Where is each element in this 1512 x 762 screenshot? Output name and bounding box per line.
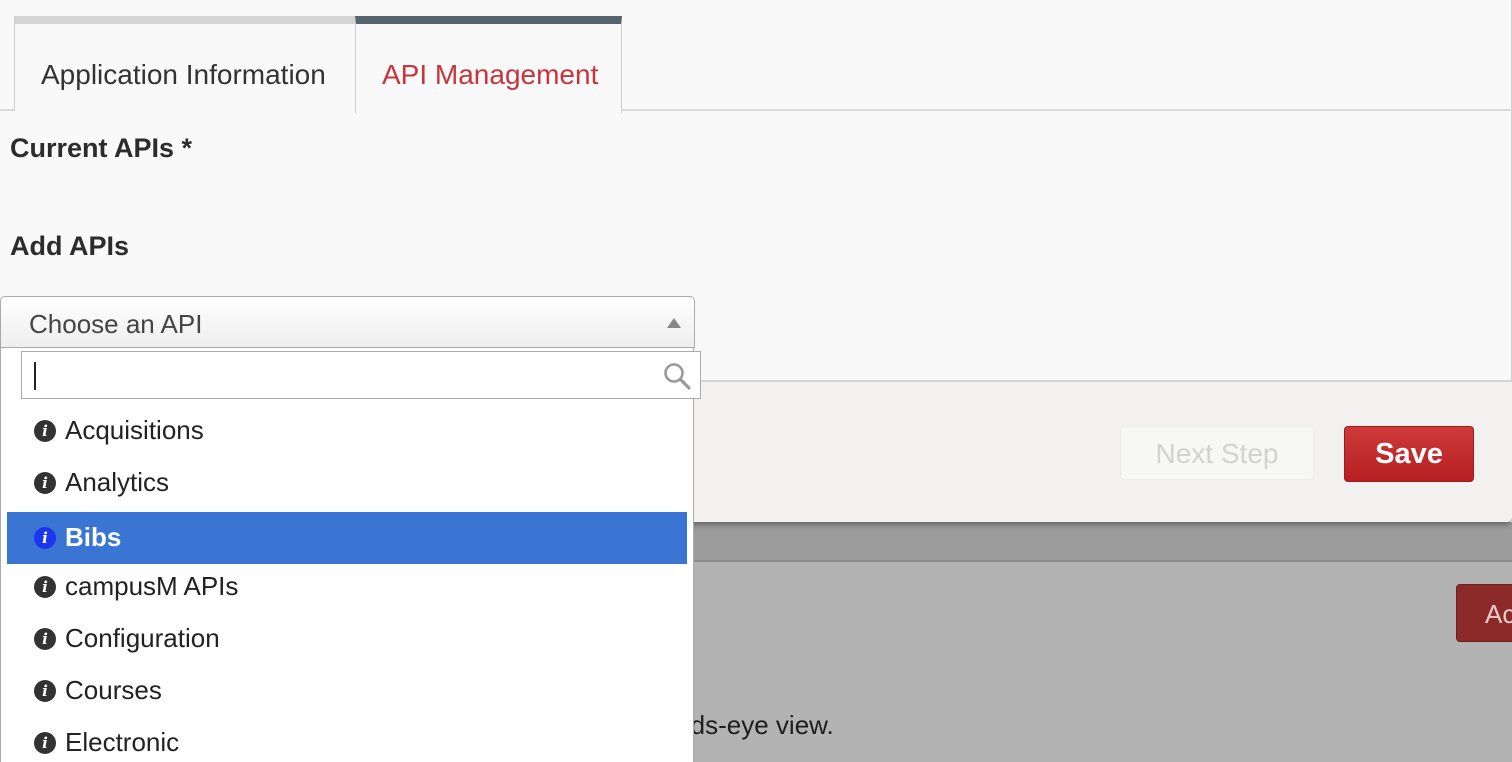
info-icon[interactable]: i <box>34 576 56 598</box>
api-option-label: Electronic <box>65 727 180 757</box>
caret-up-icon <box>667 318 681 328</box>
api-option-label: Configuration <box>65 623 220 653</box>
api-select-placeholder: Choose an API <box>29 309 203 339</box>
search-icon <box>664 363 691 390</box>
save-button[interactable]: Save <box>1344 426 1474 482</box>
current-apis-heading: Current APIs * <box>10 133 193 163</box>
api-option-label: Analytics <box>65 467 170 497</box>
api-option-configuration[interactable]: i Configuration <box>7 613 687 665</box>
api-option-campusm-apis[interactable]: i campusM APIs <box>7 561 687 613</box>
api-option-analytics[interactable]: i Analytics <box>7 457 687 509</box>
api-dropdown: i Acquisitions i Analytics i Bibs i camp… <box>0 348 701 762</box>
api-option-acquisitions[interactable]: i Acquisitions <box>7 405 687 457</box>
tab-api-management[interactable]: API Management <box>355 16 622 113</box>
api-option-label: Courses <box>65 675 162 705</box>
info-icon[interactable]: i <box>34 527 56 549</box>
info-icon[interactable]: i <box>34 680 56 702</box>
api-option-label: campusM APIs <box>65 571 239 601</box>
add-apis-heading: Add APIs <box>10 231 130 261</box>
api-select[interactable]: Choose an API <box>0 296 695 348</box>
tab-application-information[interactable]: Application Information <box>14 16 356 111</box>
info-icon[interactable]: i <box>34 732 56 754</box>
api-search-input[interactable] <box>21 351 701 399</box>
api-option-electronic[interactable]: i Electronic <box>7 717 687 762</box>
api-option-courses[interactable]: i Courses <box>7 665 687 717</box>
text-cursor <box>34 362 36 390</box>
api-option-label: Acquisitions <box>65 415 204 445</box>
background-text: rds-eye view. <box>682 710 834 740</box>
next-step-button[interactable]: Next Step <box>1120 426 1314 480</box>
info-icon[interactable]: i <box>34 628 56 650</box>
tab-bar: Application Information API Management <box>0 0 1512 113</box>
info-icon[interactable]: i <box>34 472 56 494</box>
api-option-bibs[interactable]: i Bibs <box>7 512 687 564</box>
background-add-button: Ac <box>1456 584 1512 642</box>
api-option-label: Bibs <box>65 522 122 552</box>
info-icon[interactable]: i <box>34 420 56 442</box>
